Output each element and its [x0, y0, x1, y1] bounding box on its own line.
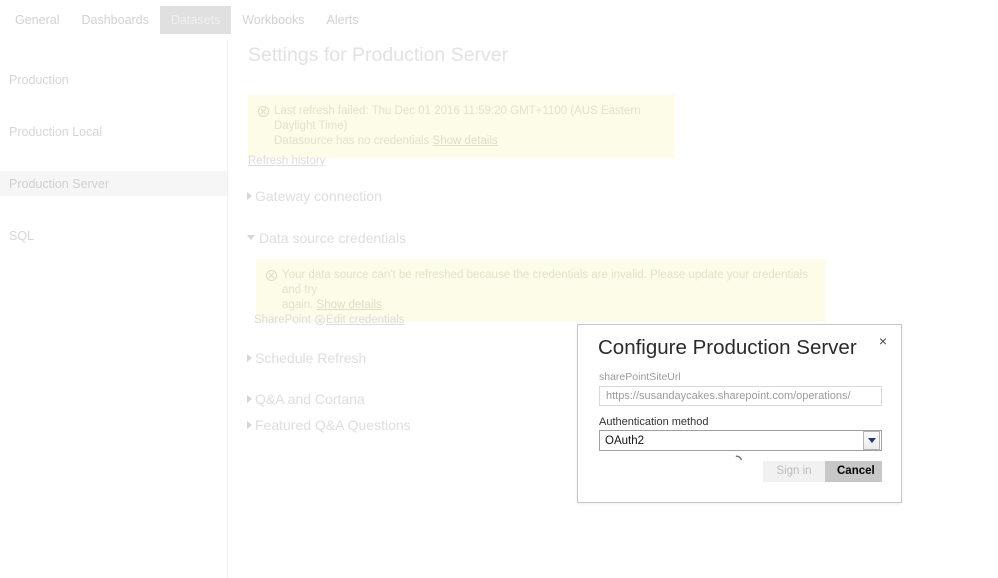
section-data-source-credentials-label: Data source credentials	[259, 230, 407, 246]
sidebar-item-sql[interactable]: SQL	[0, 223, 227, 248]
refresh-banner-row: Last refresh failed: Thu Dec 01 2016 11:…	[258, 104, 665, 149]
sidebar-gap-3	[0, 196, 227, 223]
refresh-banner-text: Last refresh failed: Thu Dec 01 2016 11:…	[274, 104, 665, 149]
section-gateway-connection[interactable]: Gateway connection	[247, 188, 382, 204]
top-tab-bar: General Dashboards Datasets Workbooks Al…	[0, 0, 998, 40]
section-schedule-refresh-label: Schedule Refresh	[255, 350, 367, 366]
sidebar: Production Production Local Production S…	[0, 40, 228, 578]
tab-workbooks[interactable]: Workbooks	[231, 6, 315, 34]
chevron-right-icon	[247, 192, 252, 200]
app-root: General Dashboards Datasets Workbooks Al…	[0, 0, 998, 578]
close-icon[interactable]: ×	[874, 332, 892, 350]
tab-datasets[interactable]: Datasets	[159, 6, 232, 34]
sharepoint-site-url-input[interactable]	[599, 386, 882, 406]
sidebar-gap-2	[0, 144, 227, 171]
tab-general[interactable]: General	[4, 6, 70, 34]
authentication-method-value: OAuth2	[605, 434, 644, 447]
page-title: Settings for Production Server	[248, 44, 509, 66]
configure-datasource-dialog: × Configure Production Server sharePoint…	[577, 324, 902, 503]
credential-source-label: SharePoint	[254, 314, 311, 326]
credentials-banner-show-details-link[interactable]: Show details	[317, 299, 382, 311]
sidebar-gap-1	[0, 92, 227, 119]
sidebar-item-production[interactable]: Production	[0, 67, 227, 92]
refresh-failed-banner: Last refresh failed: Thu Dec 01 2016 11:…	[248, 95, 675, 158]
sidebar-item-production-local[interactable]: Production Local	[0, 119, 227, 144]
section-featured-qna-label: Featured Q&A Questions	[255, 417, 411, 433]
sidebar-top-spacer	[0, 40, 227, 67]
credentials-banner-text: Your data source can't be refreshed beca…	[282, 268, 816, 313]
credentials-banner-line2-wrap: again. Show details	[282, 298, 816, 313]
chevron-right-icon	[247, 395, 252, 403]
credentials-banner-row: Your data source can't be refreshed beca…	[266, 268, 816, 313]
chevron-right-icon	[247, 354, 252, 362]
refresh-banner-line1: Last refresh failed: Thu Dec 01 2016 11:…	[274, 105, 641, 132]
cancel-button[interactable]: Cancel	[825, 461, 882, 482]
section-gateway-label: Gateway connection	[255, 188, 382, 204]
error-circle-x-icon	[258, 106, 269, 117]
section-qna-cortana[interactable]: Q&A and Cortana	[247, 391, 365, 407]
sign-in-button[interactable]: Sign in	[763, 461, 825, 482]
refresh-history-link[interactable]: Refresh history	[248, 155, 325, 167]
sharepoint-site-url-label: sharePointSiteUrl	[599, 371, 681, 383]
tab-dashboards[interactable]: Dashboards	[70, 6, 159, 34]
loading-spinner-icon	[730, 455, 743, 468]
section-qna-cortana-label: Q&A and Cortana	[255, 391, 365, 407]
dialog-title: Configure Production Server	[598, 336, 857, 359]
chevron-down-icon[interactable]	[863, 431, 880, 450]
credentials-banner-line1: Your data source can't be refreshed beca…	[282, 269, 808, 296]
chevron-right-icon	[247, 421, 252, 429]
refresh-banner-line2: Datasource has no credentials	[274, 135, 430, 147]
section-schedule-refresh[interactable]: Schedule Refresh	[247, 350, 366, 366]
chevron-down-icon	[247, 234, 255, 244]
authentication-method-label: Authentication method	[599, 416, 709, 428]
section-data-source-credentials[interactable]: Data source credentials	[247, 230, 406, 246]
refresh-banner-line2-wrap: Datasource has no credentials Show detai…	[274, 134, 665, 149]
credentials-banner-line2: again.	[282, 299, 314, 311]
error-circle-x-icon	[266, 270, 277, 281]
sidebar-item-production-server[interactable]: Production Server	[0, 171, 227, 196]
edit-credentials-link[interactable]: Edit credentials	[326, 314, 405, 326]
credentials-invalid-banner: Your data source can't be refreshed beca…	[256, 259, 826, 322]
section-featured-qna-questions[interactable]: Featured Q&A Questions	[247, 417, 411, 433]
refresh-banner-show-details-link[interactable]: Show details	[433, 135, 498, 147]
authentication-method-select[interactable]: OAuth2	[599, 430, 882, 451]
sharepoint-credential-row: SharePoint Edit credentials	[254, 314, 405, 326]
error-circle-x-icon	[314, 315, 325, 325]
tab-alerts[interactable]: Alerts	[316, 6, 370, 34]
